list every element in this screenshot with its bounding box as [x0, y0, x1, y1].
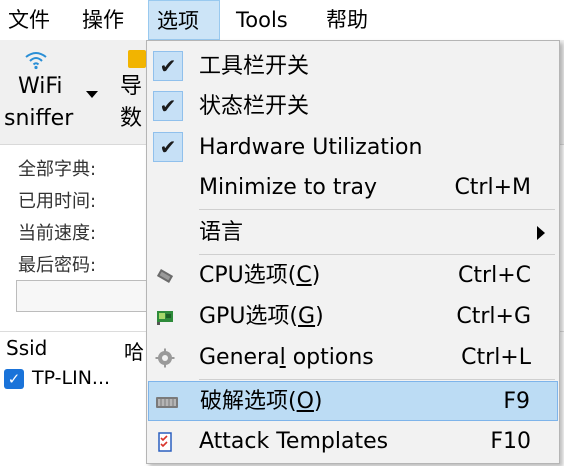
menu-item-label: 破解选项(O): [200, 389, 323, 414]
stat-all-dict: 全部字典:: [18, 159, 97, 180]
export-button[interactable]: 导 数: [110, 40, 150, 144]
menu-item-language[interactable]: 语言: [147, 213, 559, 253]
menu-item-label: General options: [199, 345, 374, 370]
menu-item-label: CPU选项(C): [199, 263, 321, 288]
menu-action[interactable]: 操作: [74, 0, 132, 40]
menu-item-shortcut: Ctrl+M: [454, 175, 531, 200]
stat-speed: 当前速度:: [18, 223, 97, 244]
chevron-down-icon[interactable]: [86, 91, 98, 98]
menu-item-label: Minimize to tray: [199, 175, 378, 200]
menu-item-hardware-utilization[interactable]: ✔ Hardware Utilization: [147, 128, 559, 168]
menubar: 文件 操作 选项 Tools 帮助: [0, 0, 564, 40]
menu-separator: [199, 254, 555, 255]
menu-item-shortcut: Ctrl+L: [461, 345, 531, 370]
progress-bar: [16, 280, 156, 312]
menu-item-crack-options[interactable]: 破解选项(O) F9: [148, 381, 558, 421]
menu-item-minimize-to-tray[interactable]: Minimize to tray Ctrl+M: [147, 168, 559, 208]
check-icon: ✔: [153, 91, 183, 121]
menu-separator: [199, 379, 555, 380]
menu-help[interactable]: 帮助: [318, 0, 376, 40]
menu-item-shortcut: F9: [503, 389, 530, 414]
export-icon: [128, 50, 146, 68]
menu-options[interactable]: 选项: [148, 0, 220, 40]
menu-item-label: GPU选项(G): [199, 304, 324, 329]
keyboard-icon: [156, 397, 178, 408]
template-list-icon: [158, 432, 172, 452]
gear-icon: [155, 348, 175, 368]
stat-elapsed: 已用时间:: [18, 191, 97, 212]
menu-item-toolbar-toggle[interactable]: ✔ 工具栏开关: [147, 47, 559, 87]
wifi-label-line2: sniffer: [4, 106, 74, 131]
menu-item-label: 工具栏开关: [199, 54, 310, 79]
column-hash[interactable]: 哈: [124, 336, 144, 365]
menu-item-label: Hardware Utilization: [199, 135, 423, 160]
menu-item-cpu-options[interactable]: CPU选项(C) Ctrl+C: [147, 256, 559, 296]
export-label-line1: 导: [120, 74, 143, 99]
check-icon: ✔: [153, 132, 183, 162]
menu-separator: [199, 209, 555, 210]
row-checkbox[interactable]: ✓: [4, 369, 24, 389]
column-ssid[interactable]: Ssid: [6, 336, 47, 360]
row-ssid: TP-LIN...: [32, 367, 111, 389]
menu-item-label: 语言: [199, 220, 244, 245]
menu-item-label: 状态栏开关: [199, 94, 310, 119]
menu-item-shortcut: F10: [490, 429, 531, 454]
menu-item-gpu-options[interactable]: GPU选项(G) Ctrl+G: [147, 297, 559, 337]
menu-item-shortcut: Ctrl+C: [458, 263, 531, 288]
menu-item-label: Attack Templates: [199, 429, 389, 454]
menu-item-attack-templates[interactable]: Attack Templates F10: [147, 422, 559, 462]
options-dropdown-menu: ✔ 工具栏开关 ✔ 状态栏开关 ✔ Hardware Utilization M…: [146, 40, 560, 464]
export-label-line2: 数: [120, 106, 143, 131]
stat-last-password: 最后密码:: [18, 255, 97, 276]
menu-tools[interactable]: Tools: [228, 0, 296, 40]
menu-item-general-options[interactable]: General options Ctrl+L: [147, 338, 559, 378]
menu-item-shortcut: Ctrl+G: [456, 304, 531, 329]
submenu-arrow-icon: [537, 226, 545, 240]
cpu-chip-icon: [156, 269, 174, 283]
gpu-card-icon: [157, 311, 173, 325]
wifi-icon: [25, 52, 47, 70]
wifi-label-line1: WiFi: [18, 74, 63, 99]
menu-file[interactable]: 文件: [0, 0, 58, 40]
menu-item-statusbar-toggle[interactable]: ✔ 状态栏开关: [147, 87, 559, 127]
check-icon: ✔: [153, 51, 183, 81]
